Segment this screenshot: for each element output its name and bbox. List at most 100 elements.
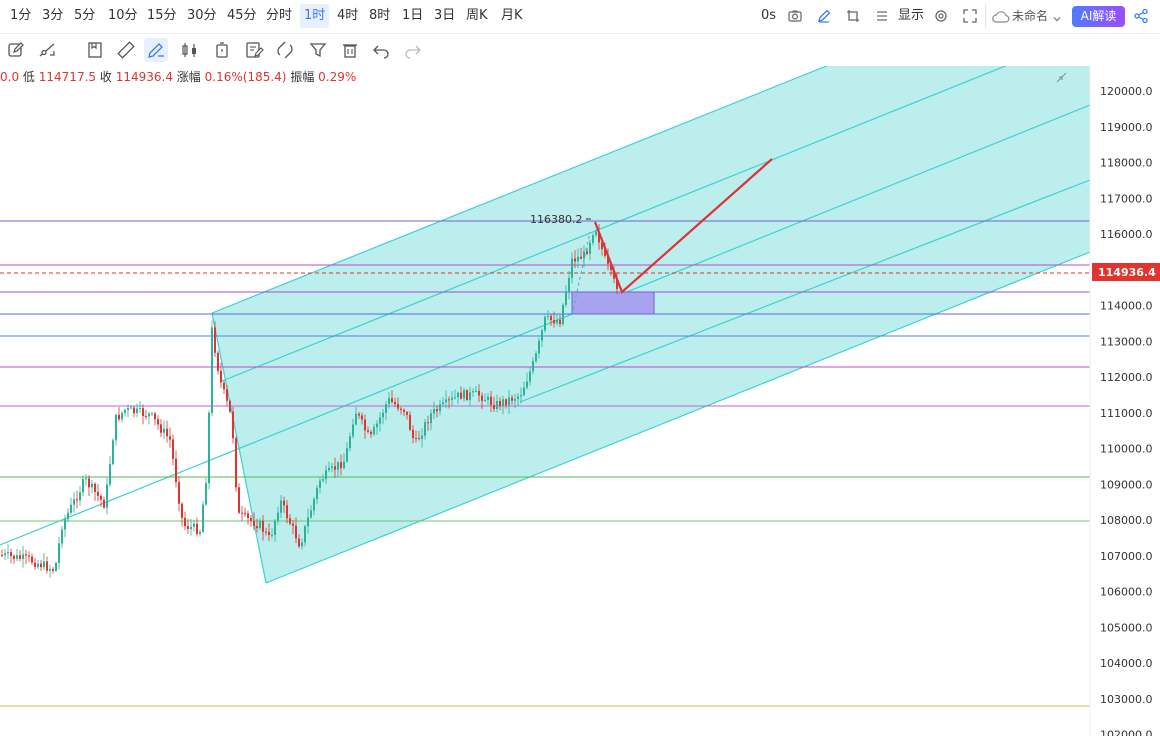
ai-analysis-button[interactable]: AI解读 <box>1072 6 1125 27</box>
tf-month[interactable]: 月K <box>497 4 527 28</box>
divider <box>985 4 986 28</box>
tf-1h[interactable]: 1时 <box>300 4 330 28</box>
share-icon[interactable] <box>1133 8 1149 32</box>
price-axis[interactable]: 120000.0 119000.0 118000.0 117000.0 116000.0… <box>1089 66 1153 740</box>
candle-body <box>556 320 558 324</box>
crop-icon[interactable] <box>845 8 861 32</box>
candle-body <box>202 504 204 532</box>
candle-body <box>403 409 405 412</box>
candle-body <box>373 427 375 435</box>
display-button[interactable]: 显示 <box>898 4 924 28</box>
candle-body <box>139 408 141 410</box>
candle-body <box>445 399 447 403</box>
candle-body <box>94 483 96 492</box>
camera-icon[interactable] <box>787 8 803 32</box>
tf-5m[interactable]: 5分 <box>70 4 99 28</box>
candle-body <box>31 556 33 563</box>
candle-body <box>379 417 381 424</box>
open-value: 0.0 <box>0 70 20 84</box>
candle-body <box>190 526 192 529</box>
tf-3d[interactable]: 3日 <box>430 4 459 28</box>
candle-body <box>250 517 252 521</box>
low-value: 114717.5 <box>38 70 97 84</box>
candle-body <box>34 562 36 567</box>
current-price-tag-text: 114936.4 <box>1098 266 1156 279</box>
candle-body <box>121 412 123 420</box>
pencil-icon[interactable] <box>816 8 832 32</box>
candle-body <box>223 382 225 390</box>
zone-box[interactable] <box>571 291 655 315</box>
candle-body <box>367 430 369 432</box>
candle-body <box>208 412 210 484</box>
tf-3m[interactable]: 3分 <box>38 4 67 28</box>
candle-body <box>559 320 561 325</box>
candle-body <box>175 458 177 483</box>
candle-body <box>487 396 489 400</box>
candle-body <box>427 422 429 424</box>
candle-body <box>343 461 345 469</box>
line-tool-icon[interactable] <box>35 38 59 62</box>
candle-body <box>67 512 69 520</box>
candle-body <box>328 467 330 471</box>
candle-body <box>322 479 324 481</box>
candle-body <box>199 531 201 535</box>
note-edit-icon[interactable] <box>242 38 266 62</box>
candle-body <box>439 404 441 412</box>
tf-15m[interactable]: 15分 <box>143 4 181 28</box>
pitchfork-channel-fill <box>212 66 1090 583</box>
draw-pen-icon[interactable] <box>144 38 168 62</box>
tf-45m[interactable]: 45分 <box>223 4 261 28</box>
candle-body <box>493 404 495 410</box>
candle-body <box>412 429 414 438</box>
magnet-icon[interactable] <box>273 38 297 62</box>
tf-intraday[interactable]: 分时 <box>262 4 296 28</box>
candle-body <box>25 554 27 556</box>
price-axis-label: 118000.0 <box>1100 157 1153 170</box>
candle-body <box>259 520 261 529</box>
candle-body <box>532 361 534 372</box>
seconds-label[interactable]: 0s <box>761 4 776 28</box>
price-axis-label: 119000.0 <box>1100 121 1153 134</box>
candle-body <box>280 500 282 513</box>
candle-body <box>562 304 564 325</box>
tf-30m[interactable]: 30分 <box>183 4 221 28</box>
chevron-down-icon[interactable] <box>1052 9 1062 33</box>
gear-icon[interactable] <box>933 8 949 32</box>
fullscreen-icon[interactable] <box>962 8 978 32</box>
candle-body <box>214 327 216 353</box>
candle-body <box>355 413 357 425</box>
price-axis-label: 114000.0 <box>1100 300 1153 313</box>
candle-body <box>358 413 360 416</box>
list-settings-icon[interactable] <box>874 8 890 32</box>
price-chart[interactable]: 116380.2 120000.0 119000.0 118000.0 117000.… <box>0 66 1160 740</box>
ruler-icon[interactable] <box>114 38 138 62</box>
tf-1m[interactable]: 1分 <box>6 4 35 28</box>
candle-body <box>130 407 132 409</box>
candlestick-icon[interactable] <box>178 38 202 62</box>
change-label: 涨幅 <box>176 70 201 84</box>
candle-body <box>166 428 168 437</box>
tf-week[interactable]: 周K <box>462 4 492 28</box>
trash-icon[interactable] <box>338 38 362 62</box>
timer-icon[interactable] <box>210 38 234 62</box>
candle-body <box>19 555 21 559</box>
edit-square-icon[interactable] <box>4 38 28 62</box>
candle-body <box>37 563 39 567</box>
candle-body <box>334 466 336 470</box>
candle-body <box>424 422 426 436</box>
undo-icon[interactable] <box>369 38 393 62</box>
tf-10m[interactable]: 10分 <box>104 4 142 28</box>
tf-4h[interactable]: 4时 <box>333 4 362 28</box>
tf-8h[interactable]: 8时 <box>365 4 394 28</box>
candle-body <box>127 407 129 410</box>
candle-body <box>205 483 207 505</box>
layout-name[interactable]: 未命名 <box>1012 4 1048 28</box>
bookmark-icon[interactable] <box>83 38 107 62</box>
redo-icon[interactable] <box>401 38 425 62</box>
candle-body <box>484 399 486 401</box>
filter-icon[interactable] <box>306 38 330 62</box>
candle-body <box>592 235 594 243</box>
candle-body <box>520 395 522 397</box>
tf-1d[interactable]: 1日 <box>398 4 427 28</box>
candle-body <box>193 523 195 527</box>
